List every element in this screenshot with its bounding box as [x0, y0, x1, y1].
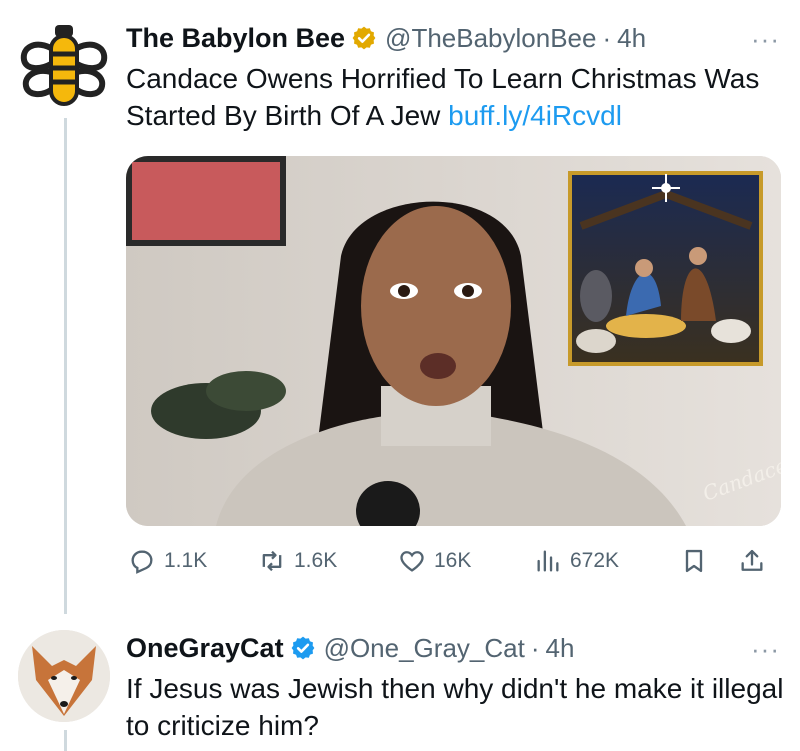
separator-dot: · [602, 22, 612, 53]
author-handle[interactable]: @One_Gray_Cat [324, 633, 525, 664]
retweet-icon [262, 550, 282, 572]
tweet-text: If Jesus was Jewish then why didn't he m… [126, 673, 784, 741]
author-handle[interactable]: @TheBabylonBee [385, 23, 596, 54]
retweet-button[interactable]: 1.6K [258, 541, 337, 581]
views-button[interactable]: 672K [534, 541, 619, 581]
more-options-icon[interactable]: ··· [751, 634, 780, 665]
thread-connector-line-lower [64, 730, 67, 751]
fox-avatar[interactable] [18, 630, 110, 722]
separator-dot: · [530, 632, 540, 663]
tweet-action-bar: 1.1K 1.6K 16K 672K [126, 541, 786, 581]
author-name[interactable]: The Babylon Bee [126, 23, 345, 54]
author-name[interactable]: OneGrayCat [126, 633, 284, 664]
tweet-text: Candace Owens Horrified To Learn Christm… [126, 60, 786, 134]
like-count: 16K [434, 549, 472, 572]
bookmark-button[interactable] [680, 541, 708, 581]
timestamp[interactable]: 4h [617, 23, 646, 54]
tweet-media-image[interactable]: Candace [126, 156, 781, 526]
bookmark-icon [685, 549, 703, 573]
views-chart-icon [537, 550, 559, 572]
tweet-link[interactable]: buff.ly/4iRcvdl [448, 100, 622, 131]
tweet-header: The Babylon Bee @TheBabylonBee · 4h ··· [126, 20, 780, 56]
share-icon [741, 549, 763, 571]
tweet-header: OneGrayCat @One_Gray_Cat · 4h ··· [126, 630, 780, 666]
blue-verified-badge-icon[interactable] [290, 635, 316, 661]
reply-icon [131, 550, 153, 574]
timestamp[interactable]: 4h [546, 633, 575, 664]
share-button[interactable] [738, 541, 766, 581]
heart-icon [400, 551, 424, 572]
views-count: 672K [570, 549, 620, 572]
like-button[interactable]: 16K [398, 541, 471, 581]
reply-button[interactable]: 1.1K [128, 541, 207, 581]
more-options-icon[interactable]: ··· [751, 24, 780, 55]
reply-count: 1.1K [164, 549, 208, 572]
babylon-bee-logo-avatar[interactable] [18, 22, 110, 114]
gold-verified-badge-icon[interactable] [351, 25, 377, 51]
fox-face-icon [18, 630, 110, 722]
thread-connector-line [64, 118, 67, 614]
tweet-body-text: Candace Owens Horrified To Learn Christm… [126, 63, 760, 131]
media-illustration: Candace [126, 156, 781, 526]
retweet-count: 1.6K [294, 549, 338, 572]
